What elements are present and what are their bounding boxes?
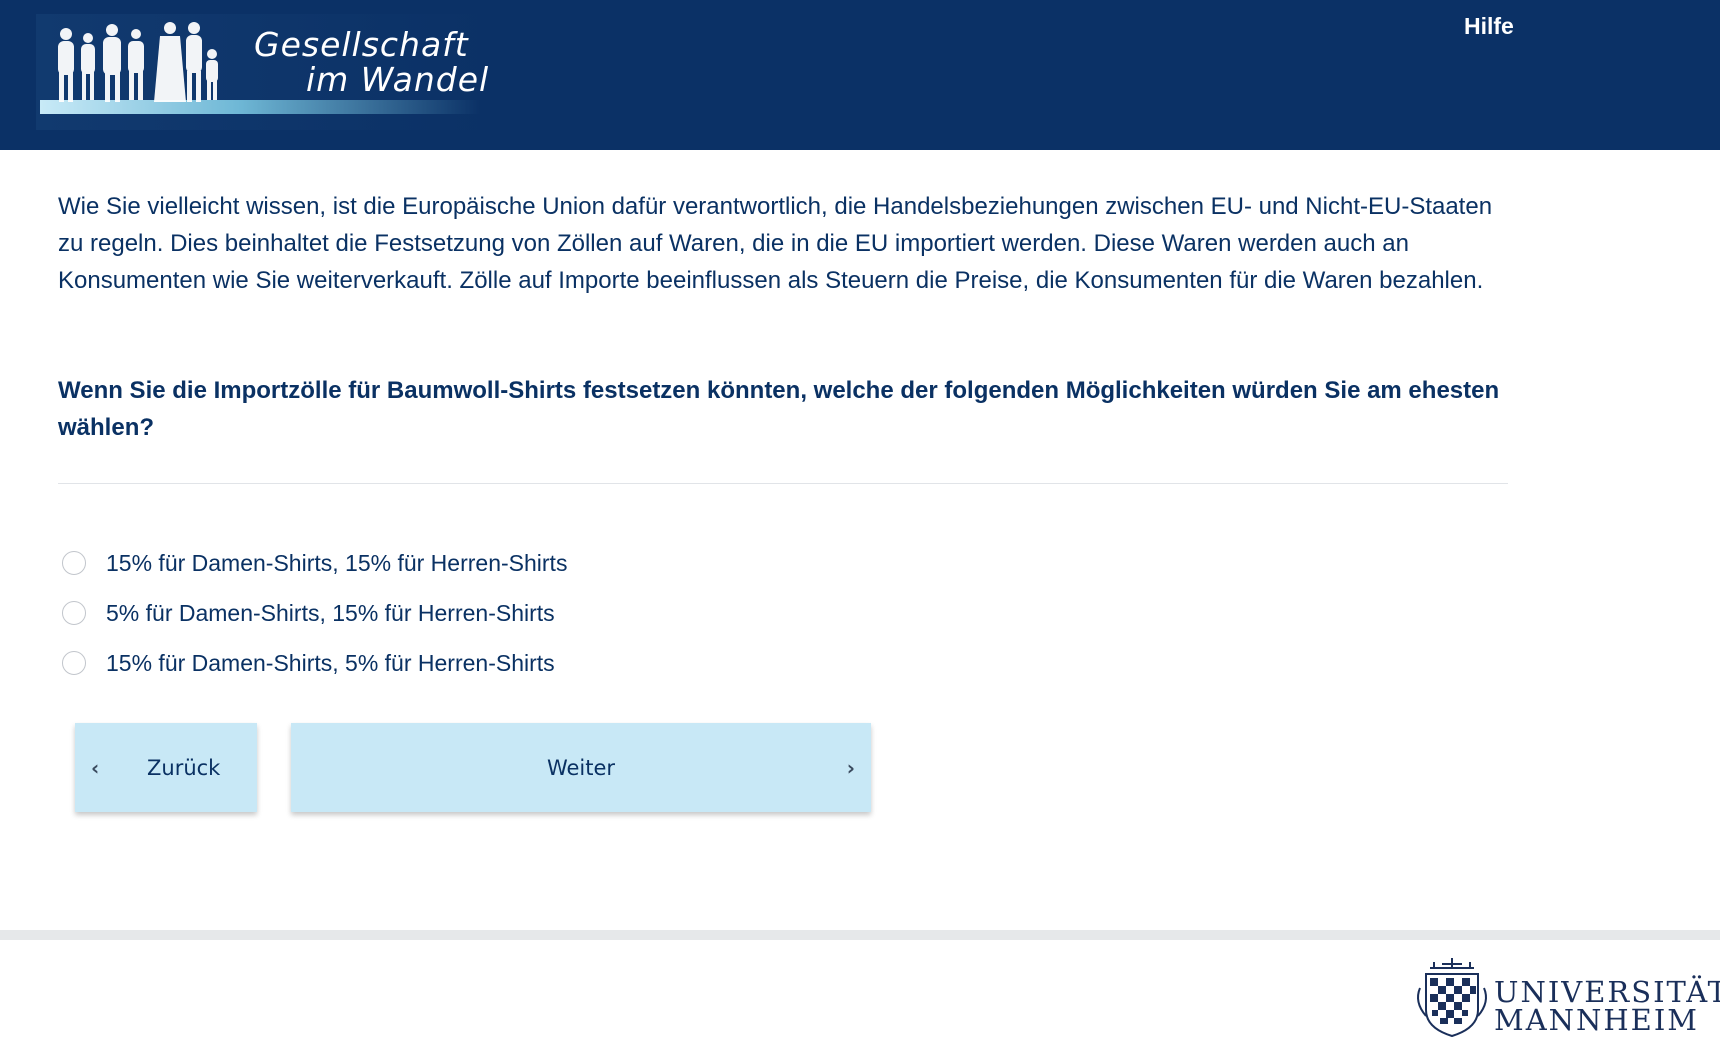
page-header: Gesellschaft im Wandel Hilfe (0, 0, 1720, 150)
back-button-label: Zurück (147, 755, 221, 780)
help-link[interactable]: Hilfe (1464, 13, 1514, 40)
logo-text-line2: im Wandel (306, 60, 490, 99)
chevron-left-icon: ‹ (91, 755, 100, 780)
university-mannheim-logo: UNIVERSITÄT MANNHEIM (1412, 954, 1720, 1044)
next-button-label: Weiter (546, 755, 616, 780)
divider (58, 483, 1508, 484)
university-name-line2: MANNHEIM (1494, 1003, 1699, 1037)
answer-option-2[interactable]: 5% für Damen-Shirts, 15% für Herren-Shir… (62, 588, 567, 638)
question-text: Wenn Sie die Importzölle für Baumwoll-Sh… (58, 377, 1500, 441)
next-button[interactable]: Weiter › (291, 723, 871, 812)
answer-options: 15% für Damen-Shirts, 15% für Herren-Shi… (62, 538, 567, 688)
answer-option-label: 15% für Damen-Shirts, 5% für Herren-Shir… (106, 649, 555, 676)
back-button[interactable]: ‹ Zurück (75, 723, 257, 812)
gesellschaft-im-wandel-logo: Gesellschaft im Wandel (36, 14, 492, 130)
answer-option-label: 5% für Damen-Shirts, 15% für Herren-Shir… (106, 599, 555, 626)
answer-option-1[interactable]: 15% für Damen-Shirts, 15% für Herren-Shi… (62, 538, 567, 588)
radio-button[interactable] (62, 601, 86, 625)
university-crest-icon (1417, 958, 1487, 1038)
radio-button[interactable] (62, 551, 86, 575)
intro-text: Wie Sie vielleicht wissen, ist die Europ… (58, 193, 1493, 294)
answer-option-label: 15% für Damen-Shirts, 15% für Herren-Shi… (106, 549, 568, 576)
answer-option-3[interactable]: 15% für Damen-Shirts, 5% für Herren-Shir… (62, 638, 567, 688)
chevron-right-icon: › (846, 755, 855, 780)
footer-divider (0, 930, 1720, 940)
logo-text-line1: Gesellschaft (254, 25, 469, 64)
radio-button[interactable] (62, 651, 86, 675)
